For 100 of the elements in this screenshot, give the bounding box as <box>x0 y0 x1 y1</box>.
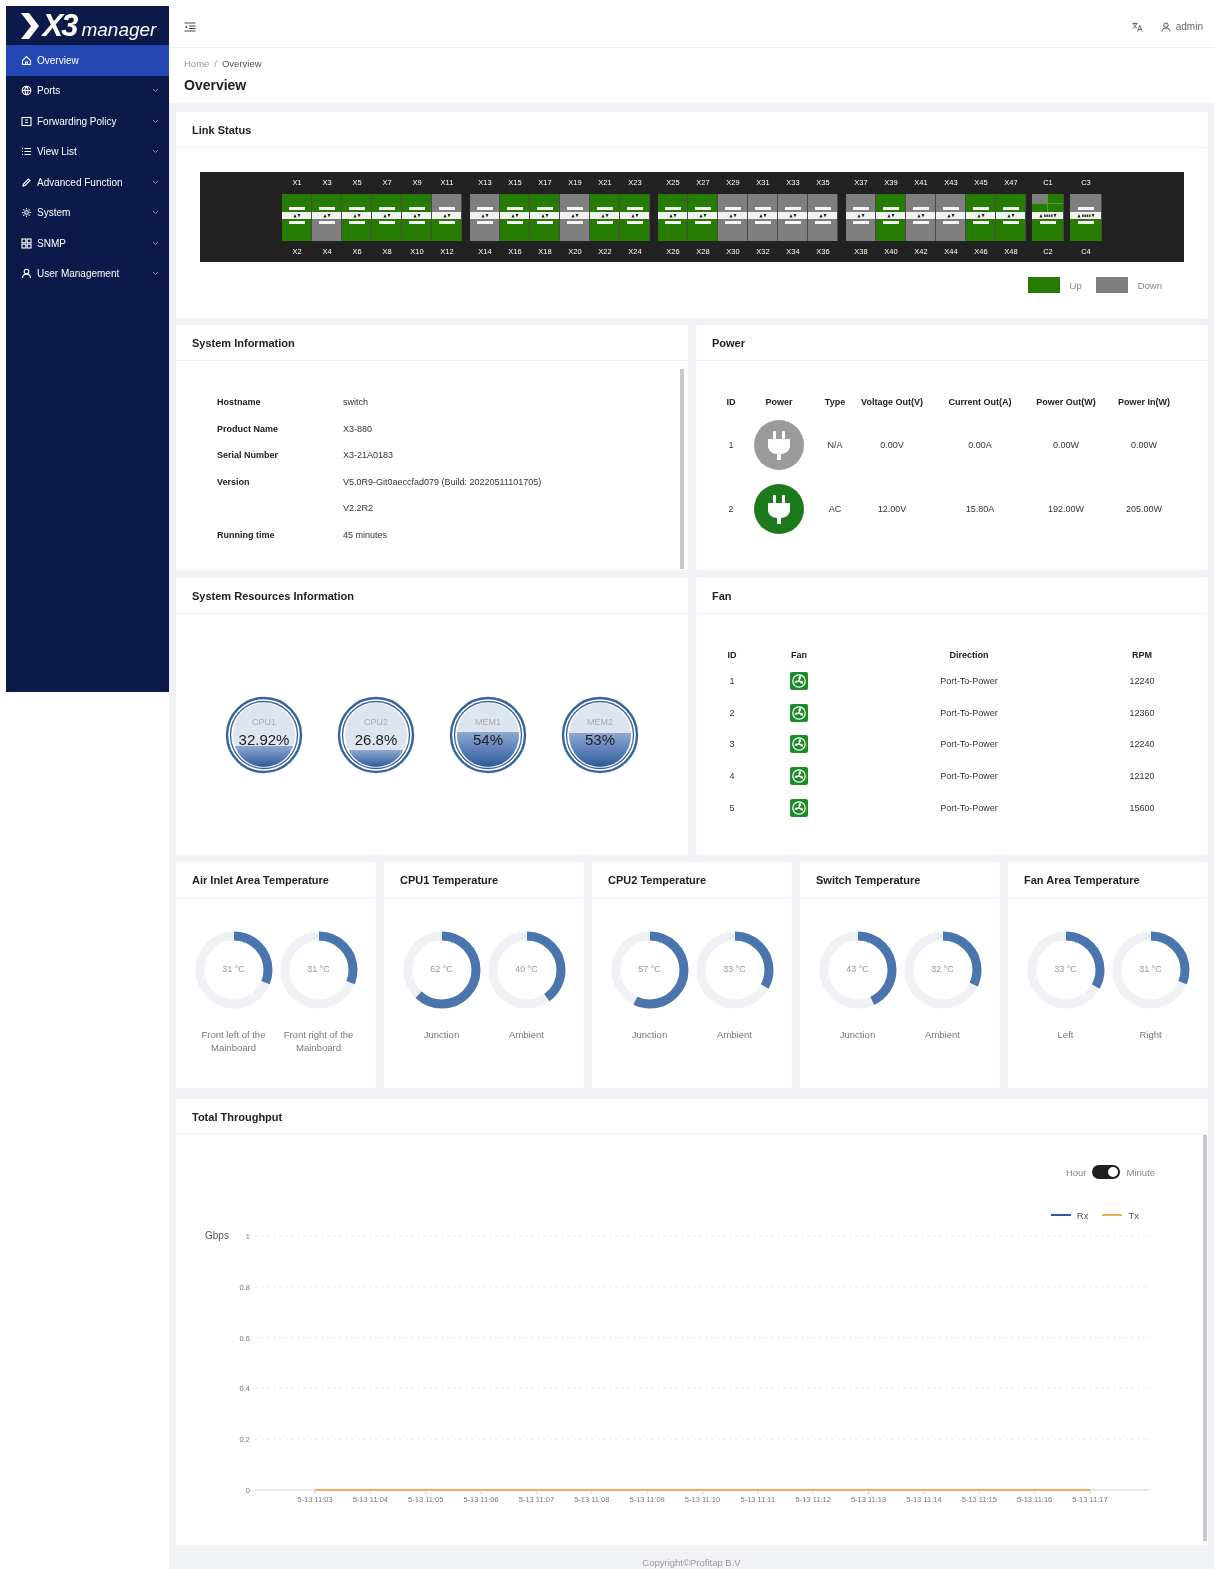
scrollbar-thumb[interactable] <box>680 369 684 569</box>
temperature-value: 32 °C <box>930 964 955 974</box>
sidebar-item[interactable]: Forwarding Policy <box>6 106 169 137</box>
table-cell-text: 15.80A <box>964 502 996 516</box>
port-status-cell[interactable] <box>620 219 649 241</box>
port-status-cell[interactable] <box>342 219 371 241</box>
table-cell-text: N/A <box>826 438 844 452</box>
field-value: V2.2R2 <box>343 502 375 516</box>
port-status-cell[interactable] <box>372 219 401 241</box>
port-status-cell[interactable] <box>808 219 837 241</box>
port-status-cell[interactable] <box>996 194 1025 212</box>
port-status-cell[interactable] <box>500 219 529 241</box>
port-status-cell[interactable] <box>906 219 935 241</box>
legend-label: Down <box>1137 279 1162 291</box>
port-status-cell[interactable] <box>282 194 311 212</box>
port-status-cell[interactable] <box>500 194 529 212</box>
logo-word: manager <box>81 19 157 41</box>
port-status-cell[interactable] <box>936 219 965 241</box>
port-status-cell[interactable] <box>402 219 431 241</box>
table-cell-text: Port-To-Power <box>939 738 999 752</box>
port-status-cell[interactable] <box>718 219 747 241</box>
translate-icon[interactable] <box>1131 21 1143 32</box>
port-status-cell[interactable] <box>778 219 807 241</box>
port-status-cell[interactable] <box>530 219 559 241</box>
port-status-cell[interactable] <box>402 194 431 212</box>
port-status-cell[interactable] <box>966 194 995 212</box>
sensor-label: Front left of the Mainboard <box>200 1028 267 1054</box>
port-status-cell[interactable] <box>560 194 589 212</box>
fan-icon <box>790 798 808 817</box>
port-status-cell[interactable] <box>372 194 401 212</box>
sidebar-item[interactable]: SNMP <box>6 228 169 259</box>
table-cell-text: 15600 <box>1128 801 1156 815</box>
port-status-cell[interactable] <box>658 219 687 241</box>
port-lane-cell[interactable] <box>1048 194 1063 203</box>
sensor-label: Ambient <box>716 1028 753 1041</box>
port-status-cell[interactable] <box>846 194 875 212</box>
port-status-cell[interactable] <box>620 194 649 212</box>
card-title: System Information <box>192 336 295 349</box>
port-status-cell[interactable] <box>1070 194 1101 212</box>
port-status-cell[interactable] <box>432 194 461 212</box>
table-cell-text: 4 <box>728 769 736 783</box>
port-status-cell[interactable] <box>906 194 935 212</box>
port-status-cell[interactable] <box>846 219 875 241</box>
port-status-cell[interactable] <box>590 194 619 212</box>
table-cell-text: 205.00W <box>1125 502 1163 516</box>
port-status-cell[interactable] <box>470 194 499 212</box>
fan-icon <box>790 703 808 722</box>
port-status-cell[interactable] <box>1070 219 1101 241</box>
field-value: 45 minutes <box>343 528 389 542</box>
up-down-arrows-icon <box>382 213 391 218</box>
sidebar-item[interactable]: User Management <box>6 258 169 289</box>
port-status-cell[interactable] <box>688 194 717 212</box>
sidebar-item[interactable]: View List <box>6 136 169 167</box>
port-status-cell[interactable] <box>876 219 905 241</box>
table-cell-text: 0.00W <box>1130 438 1158 452</box>
fan-icon <box>790 735 808 754</box>
port-status-cell[interactable] <box>936 194 965 212</box>
sensor-label: Junction <box>838 1028 877 1041</box>
port-status-cell[interactable] <box>748 219 777 241</box>
port-status-cell[interactable] <box>342 194 371 212</box>
sensor-label: Front right of the Mainboard <box>282 1028 355 1054</box>
port-status-cell[interactable] <box>966 219 995 241</box>
port-status-cell[interactable] <box>996 219 1025 241</box>
port-status-cell[interactable] <box>876 194 905 212</box>
port-status-cell[interactable] <box>718 194 747 212</box>
chevron-mark-icon <box>18 10 41 41</box>
column-header: Type <box>823 396 847 409</box>
hour-minute-switch[interactable] <box>1092 1165 1121 1179</box>
table-cell-text: Port-To-Power <box>939 706 999 720</box>
port-status-cell[interactable] <box>808 194 837 212</box>
port-status-cell[interactable] <box>560 219 589 241</box>
port-status-cell[interactable] <box>432 219 461 241</box>
port-lane-cell[interactable] <box>1032 194 1047 203</box>
port-status-cell[interactable] <box>778 194 807 212</box>
fan-icon <box>790 766 808 785</box>
up-down-arrows-icon <box>916 213 925 218</box>
sidebar-item[interactable]: System <box>6 197 169 228</box>
axis-title: Gbps <box>205 1230 229 1241</box>
port-status-cell[interactable] <box>748 194 777 212</box>
sidebar-item[interactable]: Overview <box>6 45 169 76</box>
port-status-cell[interactable] <box>312 219 341 241</box>
breadcrumb-link[interactable]: Overview <box>222 58 262 69</box>
user-menu[interactable]: admin <box>1160 21 1203 32</box>
fan-icon <box>790 671 808 690</box>
menu-fold-icon[interactable] <box>184 21 196 32</box>
port-status-cell[interactable] <box>282 219 311 241</box>
port-status-cell[interactable] <box>688 219 717 241</box>
table-cell-text: 5 <box>728 801 736 815</box>
up-down-arrows-icon <box>442 213 451 218</box>
port-status-cell[interactable] <box>1032 219 1063 241</box>
sidebar-item[interactable]: Ports <box>6 75 169 106</box>
port-status-cell[interactable] <box>470 219 499 241</box>
port-status-cell[interactable] <box>530 194 559 212</box>
port-status-cell[interactable] <box>658 194 687 212</box>
port-status-cell[interactable] <box>312 194 341 212</box>
scrollbar-thumb[interactable] <box>1203 1135 1207 1541</box>
up-down-arrows-icon <box>946 213 955 218</box>
port-status-cell[interactable] <box>590 219 619 241</box>
sidebar-item[interactable]: Advanced Function <box>6 167 169 198</box>
legend-label: Up <box>1069 279 1082 291</box>
